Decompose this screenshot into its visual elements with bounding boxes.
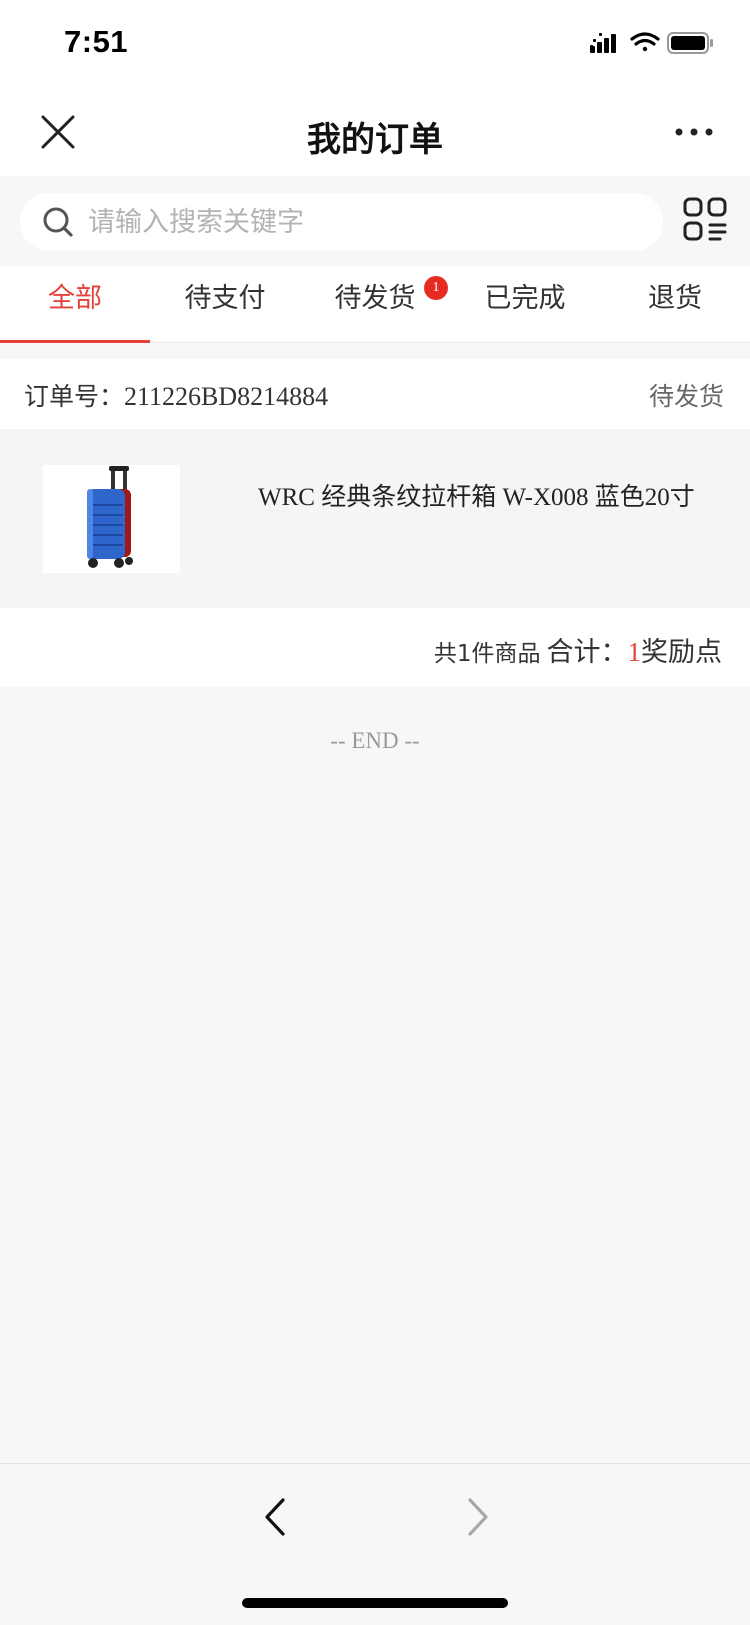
search-input[interactable] [88,193,648,251]
status-icons [590,30,714,60]
status-time: 7:51 [64,24,129,59]
tab-label: 已完成 [484,283,566,314]
page-title: 我的订单 [307,120,443,160]
tab-badge: 1 [424,276,448,300]
order-tabs: 全部 待支付 待发货 1 已完成 退货 [0,266,750,343]
summary-total-label: 合计： [546,637,628,668]
more-icon [675,128,713,136]
tab-all[interactable]: 全部 [0,266,150,343]
summary-unit: 奖励点 [641,637,722,668]
summary-count: 共1件商品 [433,641,541,667]
order-footer: 共1件商品 合计：1奖励点 [0,608,750,687]
tab-active-indicator [0,340,150,343]
order-item[interactable]: WRC 经典条纹拉杆箱 W-X008 蓝色20寸 [0,429,750,608]
home-indicator[interactable] [242,1598,508,1608]
tab-label: 待发货 [334,283,416,314]
order-number-label: 订单号： [24,382,125,411]
scan-button[interactable] [682,196,728,242]
battery-icon [667,32,713,54]
order-number-row: 订单号：211226BD8214884 [24,377,328,413]
tab-label: 待支付 [184,283,266,314]
order-header: 订单号：211226BD8214884 待发货 [0,359,750,429]
tab-completed[interactable]: 已完成 [450,266,600,342]
cellular-signal-icon [590,33,616,53]
chevron-left-icon [265,1498,285,1536]
tab-pending-shipment[interactable]: 待发货 1 [300,266,450,342]
bottom-nav-bar [0,1463,750,1625]
tab-pending-payment[interactable]: 待支付 [150,266,300,342]
forward-button[interactable] [458,1492,498,1542]
suitcase-image [87,466,133,568]
summary-points: 1 [627,637,642,667]
more-button[interactable] [674,114,714,150]
search-icon [43,207,73,237]
search-box [20,193,663,251]
product-image [43,465,180,573]
tab-returns[interactable]: 退货 [600,266,750,342]
order-card[interactable]: 订单号：211226BD8214884 待发货 WRC 经典条纹拉杆箱 W-X0… [0,359,750,687]
tab-label: 全部 [48,283,102,314]
product-name: WRC 经典条纹拉杆箱 W-X008 蓝色20寸 [258,484,695,511]
order-status: 待发货 [648,382,724,411]
nav-bar: 我的订单 [0,90,750,176]
tab-label: 退货 [648,283,702,314]
order-number: 211226BD8214884 [124,382,329,411]
chevron-right-icon [468,1498,488,1536]
status-bar: 7:51 [0,0,750,90]
wifi-icon [630,32,660,52]
end-of-list-text: -- END -- [330,728,420,753]
search-area [0,176,750,266]
back-button[interactable] [255,1492,295,1542]
scan-list-icon [683,197,727,241]
order-summary: 共1件商品 合计：1奖励点 [434,630,722,669]
